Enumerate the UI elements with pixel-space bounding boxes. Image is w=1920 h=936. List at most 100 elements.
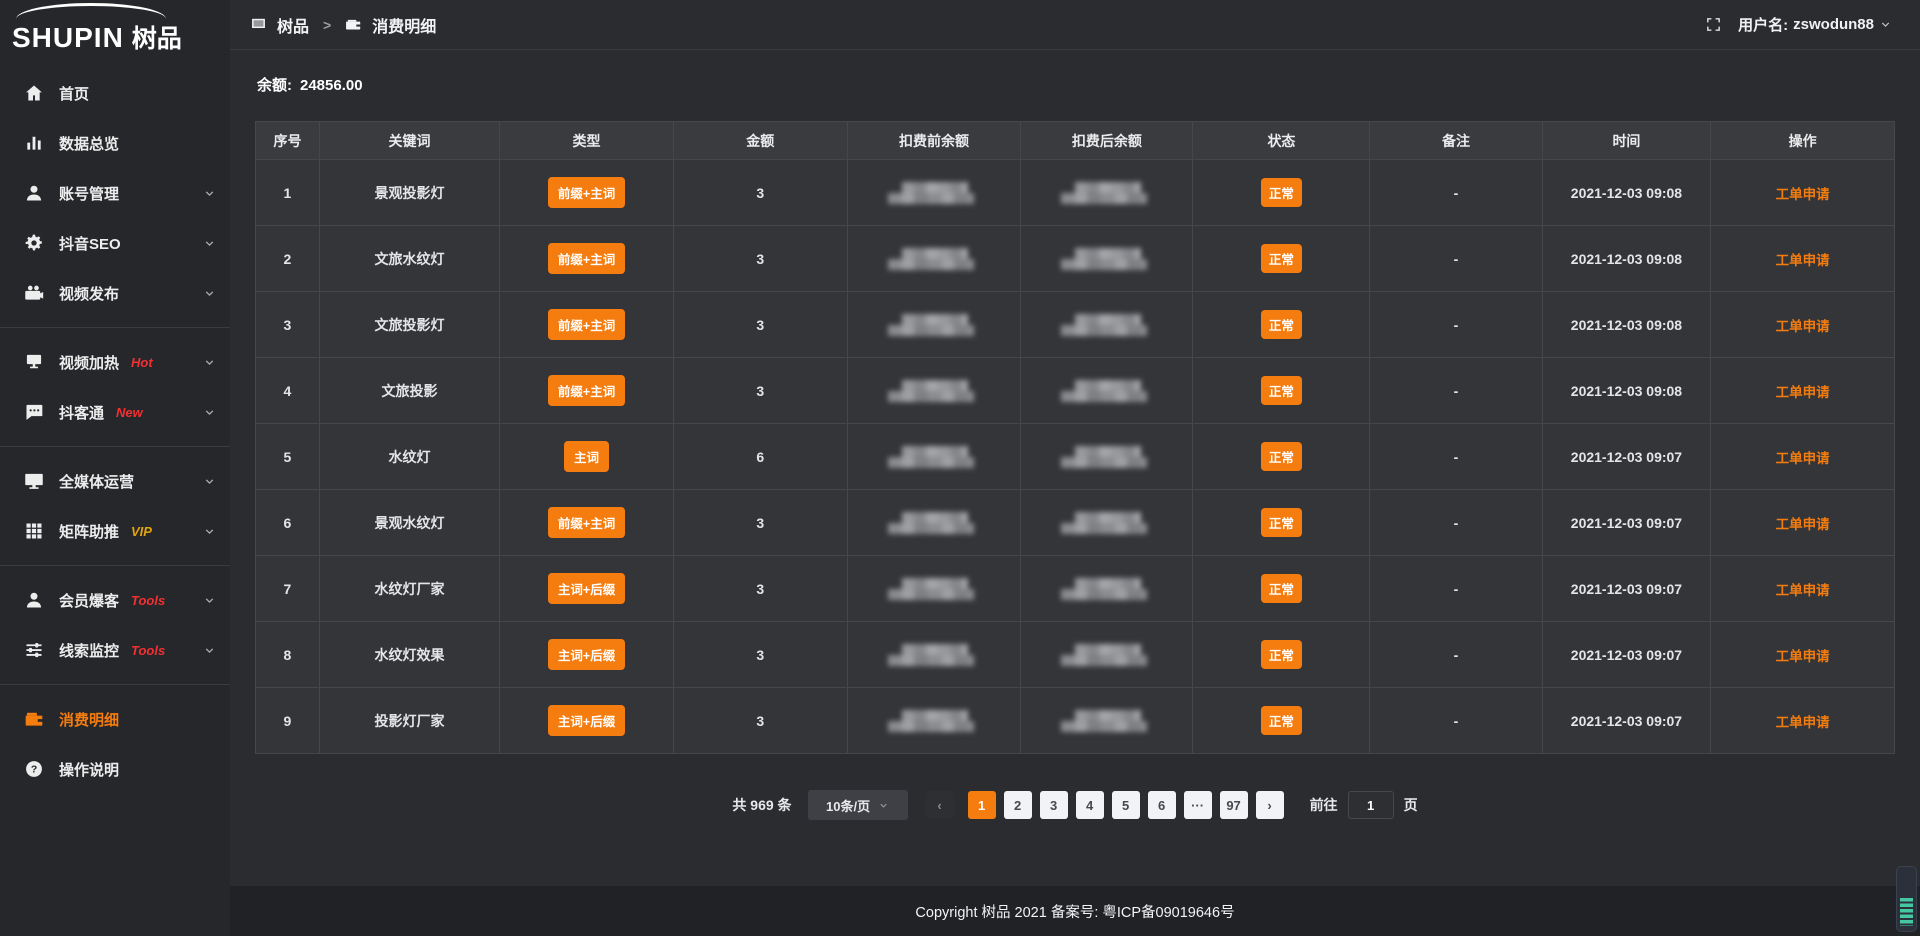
sidebar-item-flag: VIP: [131, 524, 152, 539]
table-row: 2文旅水纹灯前缀+主词3正常-2021-12-03 09:08工单申请: [256, 226, 1895, 292]
sidebar-item-matrix-boost[interactable]: 矩阵助推VIP: [0, 506, 230, 556]
sidebar-item-help[interactable]: ?操作说明: [0, 744, 230, 794]
status-cell: 正常: [1193, 160, 1370, 226]
heat-icon: [24, 352, 44, 372]
amount-cell: 3: [673, 160, 847, 226]
sidebar-item-data-overview[interactable]: 数据总览: [0, 118, 230, 168]
ticket-apply-link[interactable]: 工单申请: [1776, 649, 1830, 664]
type-cell: 前缀+主词: [500, 292, 674, 358]
grid-icon: [24, 521, 44, 541]
action-cell: 工单申请: [1711, 622, 1895, 688]
page-number-button[interactable]: 3: [1040, 791, 1068, 819]
type-cell: 主词+后缀: [500, 556, 674, 622]
status-badge: 正常: [1261, 376, 1302, 405]
amount-cell: 3: [673, 688, 847, 754]
action-cell: 工单申请: [1711, 490, 1895, 556]
page-number-button[interactable]: 2: [1004, 791, 1032, 819]
action-cell: 工单申请: [1711, 688, 1895, 754]
time-cell: 2021-12-03 09:08: [1542, 226, 1711, 292]
ticket-apply-link[interactable]: 工单申请: [1776, 319, 1830, 334]
sidebar-menu: 首页数据总览账号管理抖音SEO视频发布视频加热Hot抖客通New 全媒体运营矩阵助…: [0, 60, 230, 794]
prev-page-button[interactable]: ‹: [926, 791, 954, 819]
sidebar-item-account-manage[interactable]: 账号管理: [0, 168, 230, 218]
type-badge: 主词+后缀: [548, 639, 625, 670]
page-size-select[interactable]: 10条/页: [808, 790, 908, 820]
breadcrumb-current: 消费明细: [372, 13, 436, 37]
status-badge: 正常: [1261, 706, 1302, 735]
page-number-button[interactable]: 1: [968, 791, 996, 819]
sidebar-item-video-publish[interactable]: 视频发布: [0, 268, 230, 318]
table-row: 9投影灯厂家主词+后缀3正常-2021-12-03 09:07工单申请: [256, 688, 1895, 754]
user-dropdown[interactable]: 用户名: zswodun88: [1738, 14, 1892, 35]
action-cell: 工单申请: [1711, 358, 1895, 424]
redacted-balance: [888, 512, 980, 534]
ticket-apply-link[interactable]: 工单申请: [1776, 253, 1830, 268]
time-cell: 2021-12-03 09:07: [1542, 688, 1711, 754]
brand-name: SHUPIN: [12, 24, 124, 52]
balance-before-cell: [847, 622, 1021, 688]
action-cell: 工单申请: [1711, 292, 1895, 358]
sidebar-item-douyin-seo[interactable]: 抖音SEO: [0, 218, 230, 268]
remark-cell: -: [1370, 622, 1542, 688]
ticket-apply-link[interactable]: 工单申请: [1776, 451, 1830, 466]
video-icon: [24, 283, 44, 303]
remark-cell: -: [1370, 160, 1542, 226]
table-row: 1景观投影灯前缀+主词3正常-2021-12-03 09:08工单申请: [256, 160, 1895, 226]
sidebar-item-member-burst[interactable]: 会员爆客Tools: [0, 575, 230, 625]
sidebar: SHUPIN 树品 首页数据总览账号管理抖音SEO视频发布视频加热Hot抖客通N…: [0, 0, 230, 936]
remark-cell: -: [1370, 424, 1542, 490]
sidebar-item-media-operation[interactable]: 全媒体运营: [0, 456, 230, 506]
page-number-button[interactable]: 97: [1220, 791, 1248, 819]
column-header: 扣费前余额: [847, 122, 1021, 160]
next-page-button[interactable]: ›: [1256, 791, 1284, 819]
balance-before-cell: [847, 226, 1021, 292]
page-number-button[interactable]: 5: [1112, 791, 1140, 819]
ticket-apply-link[interactable]: 工单申请: [1776, 583, 1830, 598]
status-cell: 正常: [1193, 226, 1370, 292]
floating-widget[interactable]: [1896, 866, 1917, 932]
ticket-apply-link[interactable]: 工单申请: [1776, 385, 1830, 400]
page-number-button[interactable]: 4: [1076, 791, 1104, 819]
column-header: 金额: [673, 122, 847, 160]
balance-after-cell: [1021, 160, 1193, 226]
action-cell: 工单申请: [1711, 160, 1895, 226]
redacted-balance: [888, 578, 980, 600]
sidebar-item-video-heat[interactable]: 视频加热Hot: [0, 337, 230, 387]
pagination-total: 共 969 条: [732, 795, 791, 815]
goto-page-input[interactable]: [1348, 791, 1394, 819]
fullscreen-icon[interactable]: [1705, 16, 1722, 33]
ticket-apply-link[interactable]: 工单申请: [1776, 715, 1830, 730]
ticket-apply-link[interactable]: 工单申请: [1776, 517, 1830, 532]
page-ellipsis-button[interactable]: ···: [1184, 791, 1212, 819]
remark-cell: -: [1370, 556, 1542, 622]
sidebar-item-douketong[interactable]: 抖客通New: [0, 387, 230, 437]
sidebar-item-home[interactable]: 首页: [0, 68, 230, 118]
chat-icon: [24, 402, 44, 422]
balance-before-cell: [847, 160, 1021, 226]
breadcrumb-root[interactable]: 树品: [277, 13, 309, 37]
sidebar-item-label: 首页: [59, 83, 89, 104]
table-row: 4文旅投影前缀+主词3正常-2021-12-03 09:08工单申请: [256, 358, 1895, 424]
sidebar-item-clue-monitor[interactable]: 线索监控Tools: [0, 625, 230, 675]
status-badge: 正常: [1261, 508, 1302, 537]
status-cell: 正常: [1193, 358, 1370, 424]
status-cell: 正常: [1193, 490, 1370, 556]
home-icon: [24, 83, 44, 103]
type-cell: 前缀+主词: [500, 358, 674, 424]
amount-cell: 3: [673, 490, 847, 556]
redacted-balance: [1061, 644, 1153, 666]
sidebar-item-consumption-detail[interactable]: 消费明细: [0, 694, 230, 744]
question-icon: ?: [24, 759, 44, 779]
action-cell: 工单申请: [1711, 556, 1895, 622]
redacted-balance: [888, 248, 980, 270]
chevron-down-icon: [203, 287, 216, 300]
status-cell: 正常: [1193, 424, 1370, 490]
ticket-apply-link[interactable]: 工单申请: [1776, 187, 1830, 202]
balance-value: 24856.00: [300, 77, 363, 94]
remark-cell: -: [1370, 226, 1542, 292]
page-number-button[interactable]: 6: [1148, 791, 1176, 819]
breadcrumb-separator: >: [319, 17, 335, 33]
wallet-icon: [24, 709, 44, 729]
sidebar-item-label: 视频加热: [59, 352, 119, 373]
sidebar-item-flag: Tools: [131, 643, 165, 658]
